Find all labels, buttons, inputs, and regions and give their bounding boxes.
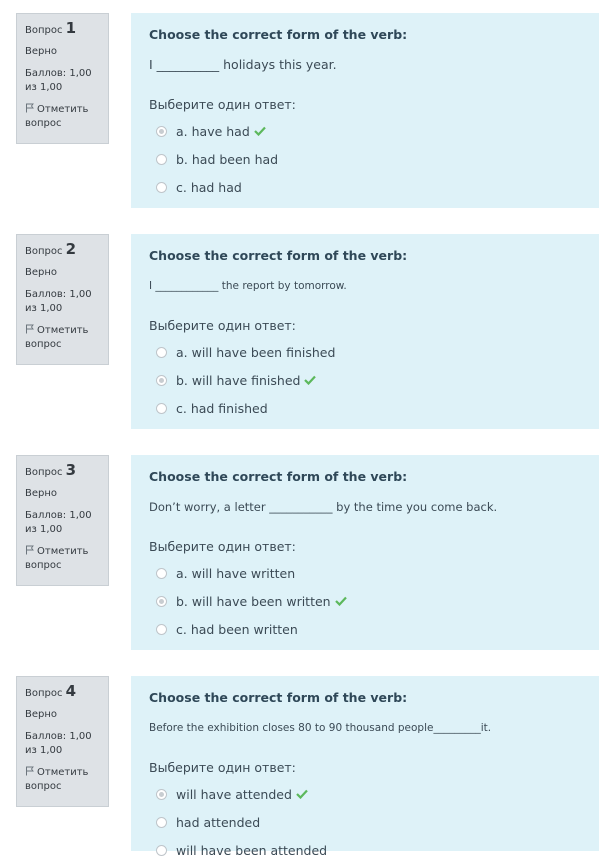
check-icon	[334, 596, 347, 606]
answer-option[interactable]: a. will have been finished	[149, 338, 581, 366]
answer-option[interactable]: a. will have written	[149, 559, 581, 587]
question-title: Choose the correct form of the verb:	[149, 248, 408, 263]
answer-label: c. had finished	[176, 400, 268, 416]
radio-button[interactable]	[156, 402, 167, 414]
answer-label: b. had been had	[176, 151, 279, 167]
question-state: Верно	[25, 488, 58, 499]
flag-icon	[26, 324, 34, 334]
question-stem: Before the exhibition closes 80 to 90 th…	[149, 722, 492, 734]
question-number: Вопрос 2	[25, 240, 77, 258]
question-content: Choose the correct form of the verb: I _…	[131, 234, 599, 429]
question-info: Вопрос 4 Верно Баллов: 1,00 из 1,00 Отме…	[16, 676, 109, 807]
answer-option[interactable]: c. had finished	[149, 394, 581, 422]
question-grade: Баллов: 1,00 из 1,00	[25, 510, 92, 535]
question-content: Choose the correct form of the verb: Don…	[131, 455, 599, 650]
question-title: Choose the correct form of the verb:	[149, 690, 408, 705]
question-state: Верно	[25, 46, 58, 57]
answer-option[interactable]: will have attended	[149, 780, 581, 808]
radio-button[interactable]	[156, 374, 167, 386]
flag-icon	[26, 766, 34, 776]
question-stem: I __________ holidays this year.	[149, 57, 337, 72]
answer-label: b. will have been written	[176, 593, 331, 609]
answer-label: a. have had	[176, 123, 250, 139]
radio-button[interactable]	[156, 346, 167, 358]
radio-button[interactable]	[156, 181, 167, 193]
radio-button[interactable]	[156, 623, 167, 635]
answer-option[interactable]: b. had been had	[149, 145, 581, 173]
answer-label: b. will have finished	[176, 372, 301, 388]
question-content: Choose the correct form of the verb: I _…	[131, 13, 599, 208]
answer-option[interactable]: a. have had	[149, 117, 581, 145]
question-grade: Баллов: 1,00 из 1,00	[25, 289, 92, 314]
question-title: Choose the correct form of the verb:	[149, 27, 408, 42]
question-info: Вопрос 1 Верно Баллов: 1,00 из 1,00 Отме…	[16, 13, 109, 144]
question-info: Вопрос 3 Верно Баллов: 1,00 из 1,00 Отме…	[16, 455, 109, 586]
question-info: Вопрос 2 Верно Баллов: 1,00 из 1,00 Отме…	[16, 234, 109, 365]
flag-icon	[26, 545, 34, 555]
answer-label: a. will have been finished	[176, 344, 336, 360]
question-title: Choose the correct form of the verb:	[149, 469, 408, 484]
question-grade: Баллов: 1,00 из 1,00	[25, 731, 92, 756]
answer-option[interactable]: had attended	[149, 808, 581, 836]
answer-label: c. had been written	[176, 621, 298, 637]
question-state: Верно	[25, 267, 58, 278]
radio-button[interactable]	[156, 816, 167, 828]
question-state: Верно	[25, 709, 58, 720]
radio-button[interactable]	[156, 153, 167, 165]
check-icon	[304, 375, 317, 385]
answer-prompt: Выберите один ответ:	[149, 539, 296, 554]
check-icon	[296, 789, 308, 799]
question-stem: Don’t worry, a letter ___________ by the…	[149, 500, 498, 514]
answer-label: c. had had	[176, 179, 242, 195]
answer-label: will have attended	[176, 786, 292, 802]
answer-option[interactable]: b. will have finished	[149, 366, 581, 394]
answer-label: will have been attended	[176, 842, 328, 858]
radio-button[interactable]	[156, 844, 167, 856]
answer-option[interactable]: c. had had	[149, 173, 581, 201]
question-number: Вопрос 1	[25, 19, 77, 37]
answer-prompt: Выберите один ответ:	[149, 318, 296, 333]
flag-question-link[interactable]: Отметить вопрос	[25, 545, 100, 573]
question-content: Choose the correct form of the verb: Bef…	[131, 676, 599, 858]
answer-prompt: Выберите один ответ:	[149, 760, 296, 775]
answer-option[interactable]: c. had been written	[149, 615, 581, 643]
radio-button[interactable]	[156, 125, 167, 137]
check-icon	[254, 126, 266, 136]
answer-label: had attended	[176, 814, 261, 830]
radio-button[interactable]	[156, 595, 167, 607]
question-number: Вопрос 3	[25, 461, 77, 479]
answer-label: a. will have written	[176, 565, 296, 581]
question-number: Вопрос 4	[25, 682, 77, 700]
answer-prompt: Выберите один ответ:	[149, 97, 296, 112]
question-grade: Баллов: 1,00 из 1,00	[25, 68, 92, 93]
radio-button[interactable]	[156, 567, 167, 579]
answer-option[interactable]: will have been attended	[149, 836, 581, 864]
flag-question-link[interactable]: Отметить вопрос	[25, 324, 100, 352]
answer-option[interactable]: b. will have been written	[149, 587, 581, 615]
flag-icon	[26, 103, 34, 113]
question-stem: I ____________ the report by tomorrow.	[149, 280, 347, 292]
flag-question-link[interactable]: Отметить вопрос	[25, 766, 100, 794]
radio-button[interactable]	[156, 788, 167, 800]
flag-question-link[interactable]: Отметить вопрос	[25, 103, 100, 131]
